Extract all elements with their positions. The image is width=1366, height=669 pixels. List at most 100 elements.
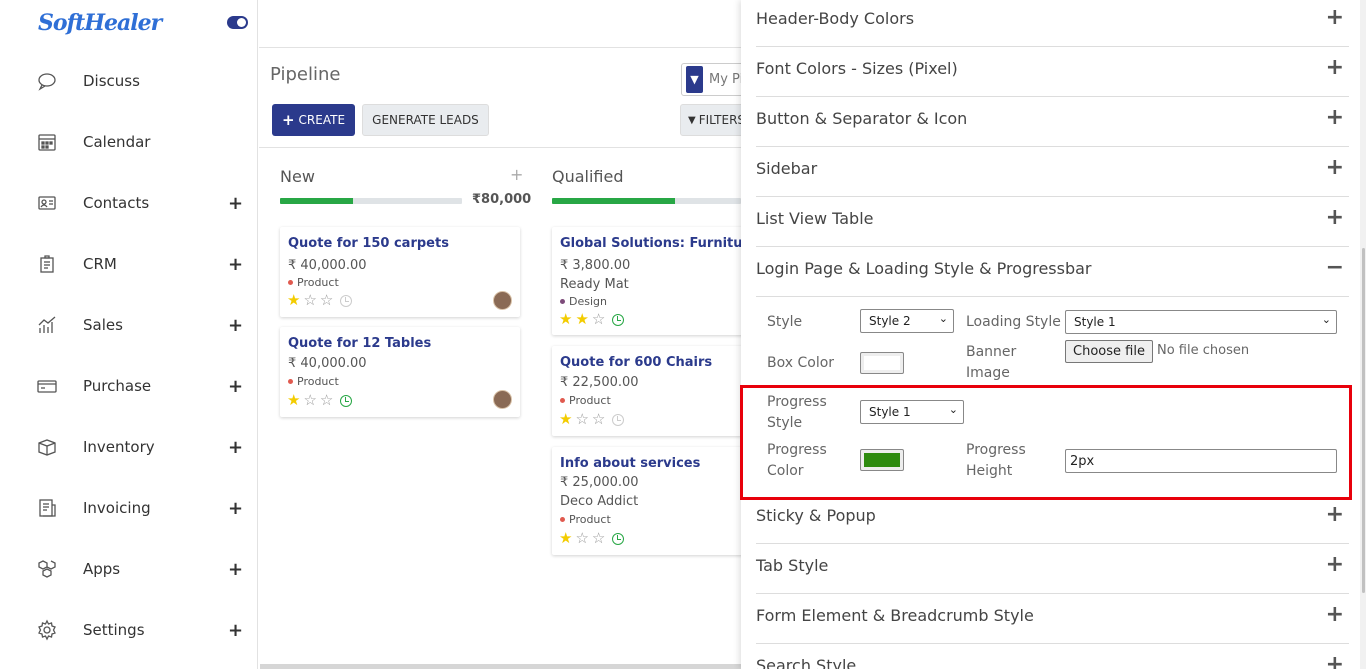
kanban-card[interactable]: Quote for 150 carpets ₹ 40,000.00 Produc… <box>280 227 520 317</box>
star-icon[interactable]: ★ <box>559 312 572 327</box>
expand-plus-icon[interactable]: + <box>228 376 243 397</box>
activity-clock-icon[interactable] <box>612 413 625 426</box>
sidebar-item-label: Apps <box>83 560 121 578</box>
expand-plus-icon[interactable]: + <box>1326 205 1344 230</box>
accordion-search-style[interactable]: Search Style + <box>756 644 1349 669</box>
expand-plus-icon[interactable]: + <box>1326 55 1344 80</box>
expand-plus-icon[interactable]: + <box>1326 5 1344 30</box>
star-icon[interactable]: ★ <box>287 293 300 308</box>
star-icon[interactable]: ☆ <box>592 312 605 327</box>
sidebar-item-inventory[interactable]: Inventory + <box>0 427 258 467</box>
star-icon[interactable]: ★ <box>287 393 300 408</box>
accordion-form-element[interactable]: Form Element & Breadcrumb Style + <box>756 594 1349 644</box>
expand-plus-icon[interactable]: + <box>228 620 243 641</box>
priority-stars[interactable]: ★ ☆ ☆ <box>559 412 625 427</box>
sidebar-item-crm[interactable]: CRM + <box>0 244 258 284</box>
kanban-card[interactable]: Quote for 12 Tables ₹ 40,000.00 Product … <box>280 327 520 417</box>
column-progress-bar[interactable] <box>552 198 741 204</box>
star-icon[interactable]: ☆ <box>575 412 588 427</box>
panel-scrollbar-thumb[interactable] <box>1362 248 1365 593</box>
expand-plus-icon[interactable]: + <box>1326 602 1344 627</box>
expand-plus-icon[interactable]: + <box>1326 502 1344 527</box>
card-title[interactable]: Info about services <box>560 456 700 471</box>
accordion-sticky-popup[interactable]: Sticky & Popup + <box>756 494 1349 544</box>
tag-dot <box>560 517 565 522</box>
star-icon[interactable]: ★ <box>575 312 588 327</box>
box-color-label: Box Color <box>767 355 835 371</box>
generate-leads-button[interactable]: GENERATE LEADS <box>362 104 489 136</box>
star-icon[interactable]: ☆ <box>320 393 333 408</box>
accordion-tab-style[interactable]: Tab Style + <box>756 544 1349 594</box>
star-icon[interactable]: ☆ <box>575 531 588 546</box>
expand-plus-icon[interactable]: + <box>228 559 243 580</box>
theme-settings-panel: Header-Body Colors + Font Colors - Sizes… <box>741 0 1366 669</box>
sidebar-item-discuss[interactable]: Discuss <box>0 61 258 101</box>
collapse-minus-icon[interactable]: − <box>1326 255 1344 280</box>
star-icon[interactable]: ☆ <box>320 293 333 308</box>
tag-dot <box>560 299 565 304</box>
sidebar-item-apps[interactable]: Apps + <box>0 549 258 589</box>
brand-logo[interactable]: SoftHealer <box>38 10 162 36</box>
expand-plus-icon[interactable]: + <box>228 437 243 458</box>
accordion-header-colors[interactable]: Header-Body Colors + <box>756 0 1349 47</box>
expand-plus-icon[interactable]: + <box>1326 652 1344 669</box>
star-icon[interactable]: ☆ <box>592 531 605 546</box>
expand-plus-icon[interactable]: + <box>228 498 243 519</box>
accordion-login-page[interactable]: Login Page & Loading Style & Progressbar… <box>756 247 1349 297</box>
accordion-button-separator[interactable]: Button & Separator & Icon + <box>756 97 1349 147</box>
star-icon[interactable]: ★ <box>559 412 572 427</box>
theme-toggle[interactable] <box>227 16 248 29</box>
priority-stars[interactable]: ★ ☆ ☆ <box>559 531 625 546</box>
expand-plus-icon[interactable]: + <box>1326 552 1344 577</box>
card-tag: Product <box>288 375 339 388</box>
card-title[interactable]: Quote for 12 Tables <box>288 336 431 351</box>
column-add-icon[interactable]: + <box>510 165 523 184</box>
card-amount: ₹ 25,000.00 <box>560 475 639 490</box>
crm-icon <box>36 253 58 275</box>
loading-style-select[interactable]: Style 1 ⌄ <box>1065 310 1337 334</box>
star-icon[interactable]: ☆ <box>592 412 605 427</box>
star-icon[interactable]: ☆ <box>303 393 316 408</box>
create-button[interactable]: + CREATE <box>272 104 355 136</box>
horizontal-scrollbar[interactable] <box>260 664 741 669</box>
priority-stars[interactable]: ★ ☆ ☆ <box>287 293 353 308</box>
tag-label: Product <box>297 375 339 388</box>
priority-stars[interactable]: ★ ★ ☆ <box>559 312 625 327</box>
sidebar-item-calendar[interactable]: Calendar <box>0 122 258 162</box>
card-title[interactable]: Global Solutions: Furnitures <box>560 236 766 251</box>
priority-stars[interactable]: ★ ☆ ☆ <box>287 393 353 408</box>
filter-funnel-icon: ▼ <box>688 114 696 126</box>
avatar[interactable] <box>493 390 512 409</box>
expand-plus-icon[interactable]: + <box>1326 105 1344 130</box>
sidebar-item-purchase[interactable]: Purchase + <box>0 366 258 406</box>
expand-plus-icon[interactable]: + <box>1326 155 1344 180</box>
sidebar-item-settings[interactable]: Settings + <box>0 610 258 650</box>
card-title[interactable]: Quote for 150 carpets <box>288 236 449 251</box>
activity-clock-icon[interactable] <box>612 313 625 326</box>
expand-plus-icon[interactable]: + <box>228 315 243 336</box>
star-icon[interactable]: ☆ <box>303 293 316 308</box>
expand-plus-icon[interactable]: + <box>228 254 243 275</box>
accordion-title: Sticky & Popup <box>756 506 876 525</box>
activity-clock-icon[interactable] <box>340 394 353 407</box>
box-color-picker[interactable] <box>860 352 904 374</box>
sales-chart-icon <box>36 314 58 336</box>
card-amount: ₹ 40,000.00 <box>288 356 367 371</box>
style-select[interactable]: Style 2 ⌄ <box>860 309 954 333</box>
sidebar-item-contacts[interactable]: Contacts + <box>0 183 258 223</box>
accordion-font-colors[interactable]: Font Colors - Sizes (Pixel) + <box>756 47 1349 97</box>
avatar[interactable] <box>493 291 512 310</box>
sidebar-item-invoicing[interactable]: Invoicing + <box>0 488 258 528</box>
choose-file-button[interactable]: Choose file <box>1065 340 1153 363</box>
accordion-sidebar[interactable]: Sidebar + <box>756 147 1349 197</box>
tag-label: Product <box>569 394 611 407</box>
card-title[interactable]: Quote for 600 Chairs <box>560 355 712 370</box>
sidebar-item-sales[interactable]: Sales + <box>0 305 258 345</box>
activity-clock-icon[interactable] <box>612 532 625 545</box>
accordion-list-view[interactable]: List View Table + <box>756 197 1349 247</box>
column-progress-bar[interactable] <box>280 198 462 204</box>
filters-button[interactable]: ▼ FILTERS <box>680 104 750 136</box>
star-icon[interactable]: ★ <box>559 531 572 546</box>
activity-clock-icon[interactable] <box>340 294 353 307</box>
expand-plus-icon[interactable]: + <box>228 193 243 214</box>
